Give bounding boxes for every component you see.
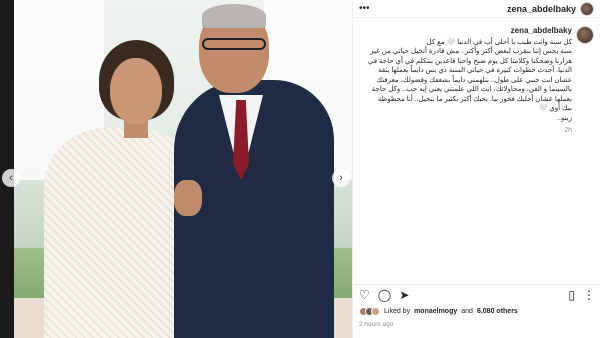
caption-line: عشان انت جنبي على طول.. بتلهمني دايماً ب… xyxy=(376,76,572,84)
likes-prefix: Liked by xyxy=(384,308,411,315)
comment-icon[interactable]: ◯ xyxy=(378,288,391,302)
caption-line: بيك أوي 🤍 xyxy=(538,105,572,112)
bookmark-icon[interactable]: ▯ xyxy=(568,288,575,302)
caption-line: هزارنا وضحكنا وكلامنا كل يوم صبح واحنا ق… xyxy=(367,57,572,65)
action-bar: ♡ ◯ ➤ ▯ ⋮ xyxy=(353,284,600,304)
more-horizontal-icon[interactable]: ••• xyxy=(359,3,370,14)
heart-icon[interactable]: ♡ xyxy=(359,288,370,302)
avatar xyxy=(371,307,380,316)
next-photo-button[interactable]: › xyxy=(332,169,350,187)
chevron-right-icon: › xyxy=(339,172,343,184)
likes-count[interactable]: 6,080 others xyxy=(477,308,518,315)
caption-line: بعملها عشان أخليك فخور بيا. بحبك أكتر بك… xyxy=(377,95,572,103)
caption-username[interactable]: zena_abdelbaky xyxy=(359,26,572,36)
bride-face xyxy=(110,58,162,124)
caption-line: الدنيا. أحدث خطوات كبيرة في حياتي السنة … xyxy=(378,67,572,74)
liker-avatars xyxy=(359,307,380,316)
likes-and: and xyxy=(461,308,473,315)
glasses xyxy=(202,38,266,50)
header-username[interactable]: zena_abdelbaky xyxy=(507,4,576,14)
post-header: ••• zena_abdelbaky xyxy=(353,0,600,18)
send-icon[interactable]: ➤ xyxy=(399,288,409,302)
caption-line: سنة بحس إننا بنقرب لبعض أكتر وأكتر.. مش … xyxy=(370,48,572,55)
caption-age: 2h xyxy=(564,127,572,134)
caption-row: zena_abdelbaky كل سنة وانت طيب يا أحلى أ… xyxy=(353,18,600,136)
post-side-panel: ••• zena_abdelbaky zena_abdelbaky كل سنة… xyxy=(352,0,600,338)
prev-photo-button[interactable]: ‹ xyxy=(2,169,20,187)
more-vertical-icon[interactable]: ⋮ xyxy=(583,288,595,302)
avatar[interactable] xyxy=(580,1,594,16)
post-timestamp: 2 hours ago xyxy=(359,321,394,328)
likes-row: Liked by monaelmogy and 6,080 others xyxy=(359,307,518,316)
caption-line: زينو.. xyxy=(557,114,572,122)
post-photo[interactable] xyxy=(14,0,352,338)
likes-user[interactable]: monaelmogy xyxy=(414,308,457,315)
hand xyxy=(174,180,202,216)
chevron-left-icon: ‹ xyxy=(9,172,13,184)
groom-hair xyxy=(202,4,266,28)
caption-line: بالسينما و الفن، ومحاولاتك، انت اللي علم… xyxy=(371,86,572,93)
caption-line: كل سنة وانت طيب يا أحلى أب في الدنيا 🤍 م… xyxy=(426,38,572,46)
caption-avatar[interactable] xyxy=(576,26,594,44)
caption-text: zena_abdelbaky كل سنة وانت طيب يا أحلى أ… xyxy=(359,26,572,136)
